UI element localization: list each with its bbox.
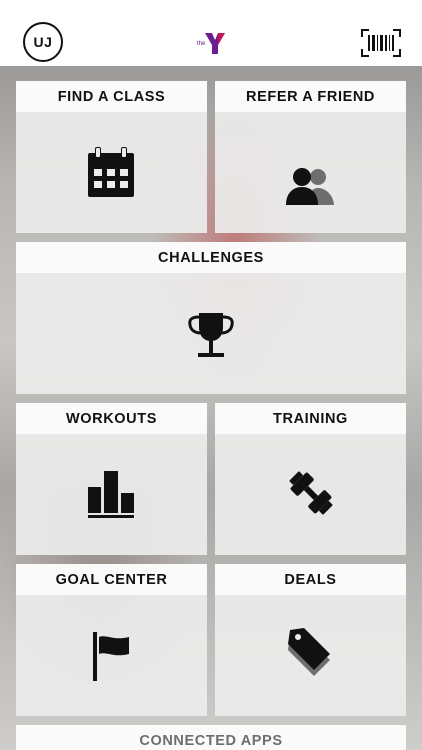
- user-avatar[interactable]: UJ: [23, 22, 63, 62]
- trophy-icon: [188, 313, 234, 357]
- tile-title: DEALS: [215, 564, 406, 595]
- tile-connected-apps[interactable]: CONNECTED APPS: [16, 725, 406, 750]
- tile-workouts[interactable]: WORKOUTS: [16, 403, 207, 555]
- tile-title: FIND A CLASS: [16, 81, 207, 112]
- tag-icon: [288, 628, 330, 676]
- tile-refer-a-friend[interactable]: REFER A FRIEND: [215, 81, 406, 233]
- tile-training[interactable]: TRAINING: [215, 403, 406, 555]
- tile-title: WORKOUTS: [16, 403, 207, 434]
- tile-title: CHALLENGES: [16, 242, 406, 273]
- ymca-logo-icon: the: [197, 33, 225, 54]
- calendar-icon: [88, 147, 134, 197]
- tile-challenges[interactable]: CHALLENGES: [16, 242, 406, 394]
- tile-title: TRAINING: [215, 403, 406, 434]
- avatar-initials: UJ: [33, 34, 53, 50]
- people-icon: [286, 168, 334, 205]
- tile-title: GOAL CENTER: [16, 564, 207, 595]
- tile-find-a-class[interactable]: FIND A CLASS: [16, 81, 207, 233]
- flag-icon: [93, 632, 129, 681]
- tile-grid: FIND A CLASS REFER A FRIEND CHALLENGES W…: [0, 66, 422, 750]
- tile-deals[interactable]: DEALS: [215, 564, 406, 716]
- app-header: UJ the: [0, 0, 422, 66]
- tile-title: REFER A FRIEND: [215, 81, 406, 112]
- bar-chart-icon: [88, 471, 134, 518]
- barcode-icon[interactable]: [361, 29, 401, 57]
- logo-the-text: the: [197, 41, 206, 47]
- tile-title: CONNECTED APPS: [16, 725, 406, 750]
- tile-goal-center[interactable]: GOAL CENTER: [16, 564, 207, 716]
- dumbbell-icon: [289, 471, 333, 515]
